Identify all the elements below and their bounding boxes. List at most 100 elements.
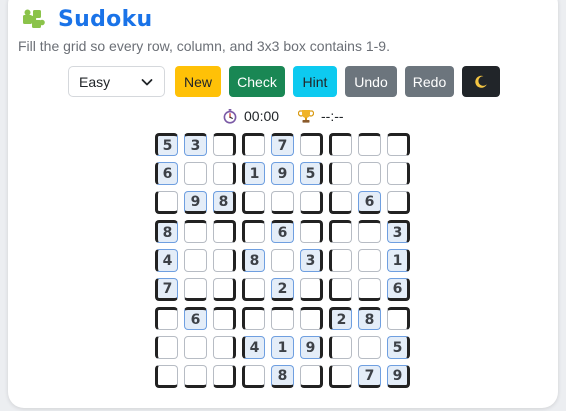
sudoku-cell[interactable] xyxy=(242,191,265,214)
sudoku-cell[interactable] xyxy=(329,191,352,214)
sudoku-cell[interactable] xyxy=(213,162,236,185)
hint-button[interactable]: Hint xyxy=(293,66,337,97)
app-title: Sudoku xyxy=(58,6,153,32)
sudoku-cell[interactable] xyxy=(300,365,323,388)
redo-button[interactable]: Redo xyxy=(405,66,454,97)
sudoku-cell[interactable] xyxy=(242,365,265,388)
sudoku-cell[interactable] xyxy=(184,162,207,185)
sudoku-cell[interactable]: 6 xyxy=(387,278,410,301)
sudoku-cell[interactable] xyxy=(300,220,323,243)
sudoku-cell[interactable] xyxy=(213,133,236,156)
trophy-icon xyxy=(298,110,314,123)
sudoku-cell[interactable]: 6 xyxy=(184,307,207,330)
sudoku-cell[interactable] xyxy=(213,249,236,272)
crescent-moon-icon xyxy=(475,75,487,88)
sudoku-cell[interactable] xyxy=(184,336,207,359)
sudoku-cell[interactable] xyxy=(300,191,323,214)
sudoku-cell[interactable] xyxy=(329,336,352,359)
sudoku-cell[interactable]: 6 xyxy=(271,220,294,243)
sudoku-cell[interactable]: 9 xyxy=(184,191,207,214)
sudoku-cell[interactable] xyxy=(358,162,381,185)
sudoku-cell[interactable]: 8 xyxy=(242,249,265,272)
sudoku-cell[interactable] xyxy=(213,365,236,388)
puzzle-piece-icon xyxy=(23,9,45,28)
difficulty-value: Easy xyxy=(79,73,111,90)
sudoku-cell[interactable] xyxy=(271,191,294,214)
sudoku-cell[interactable]: 8 xyxy=(155,220,178,243)
sudoku-cell[interactable]: 7 xyxy=(358,365,381,388)
sudoku-cell[interactable]: 4 xyxy=(155,249,178,272)
sudoku-cell[interactable] xyxy=(329,249,352,272)
sudoku-cell[interactable]: 6 xyxy=(358,191,381,214)
sudoku-cell[interactable]: 3 xyxy=(300,249,323,272)
sudoku-cell[interactable] xyxy=(329,278,352,301)
sudoku-cell[interactable] xyxy=(155,307,178,330)
undo-button[interactable]: Undo xyxy=(345,66,397,97)
sudoku-cell[interactable]: 5 xyxy=(155,133,178,156)
app-subtitle: Fill the grid so every row, column, and … xyxy=(18,38,390,54)
sudoku-cell[interactable]: 2 xyxy=(329,307,352,330)
sudoku-cell[interactable] xyxy=(387,307,410,330)
sudoku-cell[interactable]: 8 xyxy=(213,191,236,214)
sudoku-cell[interactable] xyxy=(184,278,207,301)
sudoku-cell[interactable]: 7 xyxy=(155,278,178,301)
sudoku-cell[interactable]: 9 xyxy=(271,162,294,185)
new-game-button[interactable]: New xyxy=(175,66,221,97)
sudoku-cell[interactable] xyxy=(358,249,381,272)
sudoku-cell[interactable]: 6 xyxy=(155,162,178,185)
timer-display: 00:00 xyxy=(244,108,280,124)
sudoku-cell[interactable] xyxy=(213,278,236,301)
sudoku-cell[interactable]: 3 xyxy=(184,133,207,156)
sudoku-cell[interactable] xyxy=(329,133,352,156)
sudoku-cell[interactable]: 8 xyxy=(358,307,381,330)
sudoku-cell[interactable]: 5 xyxy=(300,162,323,185)
sudoku-cell[interactable] xyxy=(155,365,178,388)
sudoku-cell[interactable] xyxy=(184,220,207,243)
sudoku-cell[interactable] xyxy=(329,365,352,388)
sudoku-cell[interactable] xyxy=(242,220,265,243)
sudoku-cell[interactable] xyxy=(155,336,178,359)
sudoku-cell[interactable] xyxy=(358,336,381,359)
sudoku-cell[interactable] xyxy=(155,191,178,214)
sudoku-cell[interactable] xyxy=(329,220,352,243)
sudoku-cell[interactable]: 1 xyxy=(271,336,294,359)
sudoku-cell[interactable] xyxy=(184,365,207,388)
sudoku-cell[interactable] xyxy=(300,278,323,301)
dark-mode-toggle[interactable] xyxy=(462,66,500,97)
sudoku-cell[interactable] xyxy=(271,249,294,272)
difficulty-select[interactable]: Easy xyxy=(68,66,165,97)
app-header: Sudoku xyxy=(20,5,152,33)
sudoku-cell[interactable]: 4 xyxy=(242,336,265,359)
sudoku-cell[interactable] xyxy=(387,133,410,156)
sudoku-cell[interactable]: 2 xyxy=(271,278,294,301)
sudoku-cell[interactable]: 9 xyxy=(300,336,323,359)
sudoku-cell[interactable]: 5 xyxy=(387,336,410,359)
sudoku-cell[interactable] xyxy=(242,278,265,301)
sudoku-cell[interactable]: 9 xyxy=(387,365,410,388)
chevron-down-icon xyxy=(141,79,153,86)
sudoku-cell[interactable] xyxy=(300,307,323,330)
sudoku-cell[interactable] xyxy=(358,220,381,243)
sudoku-cell[interactable] xyxy=(271,307,294,330)
sudoku-cell[interactable]: 1 xyxy=(242,162,265,185)
sudoku-cell[interactable] xyxy=(213,307,236,330)
sudoku-cell[interactable] xyxy=(300,133,323,156)
sudoku-cell[interactable] xyxy=(213,220,236,243)
check-button[interactable]: Check xyxy=(229,66,285,97)
sudoku-cell[interactable]: 7 xyxy=(271,133,294,156)
sudoku-cell[interactable]: 8 xyxy=(271,365,294,388)
sudoku-cell[interactable] xyxy=(387,162,410,185)
sudoku-cell[interactable] xyxy=(184,249,207,272)
sudoku-cell[interactable] xyxy=(358,133,381,156)
sudoku-cell[interactable]: 1 xyxy=(387,249,410,272)
sudoku-grid: 537619598686348317266284195879 xyxy=(153,131,415,393)
sudoku-cell[interactable] xyxy=(387,191,410,214)
sudoku-cell[interactable] xyxy=(242,307,265,330)
sudoku-cell[interactable] xyxy=(213,336,236,359)
sudoku-cell[interactable] xyxy=(242,133,265,156)
sudoku-cell[interactable] xyxy=(358,278,381,301)
sudoku-cell[interactable] xyxy=(329,162,352,185)
stopwatch-icon xyxy=(223,109,237,124)
sudoku-cell[interactable]: 3 xyxy=(387,220,410,243)
best-time-display: --:-- xyxy=(321,108,344,124)
